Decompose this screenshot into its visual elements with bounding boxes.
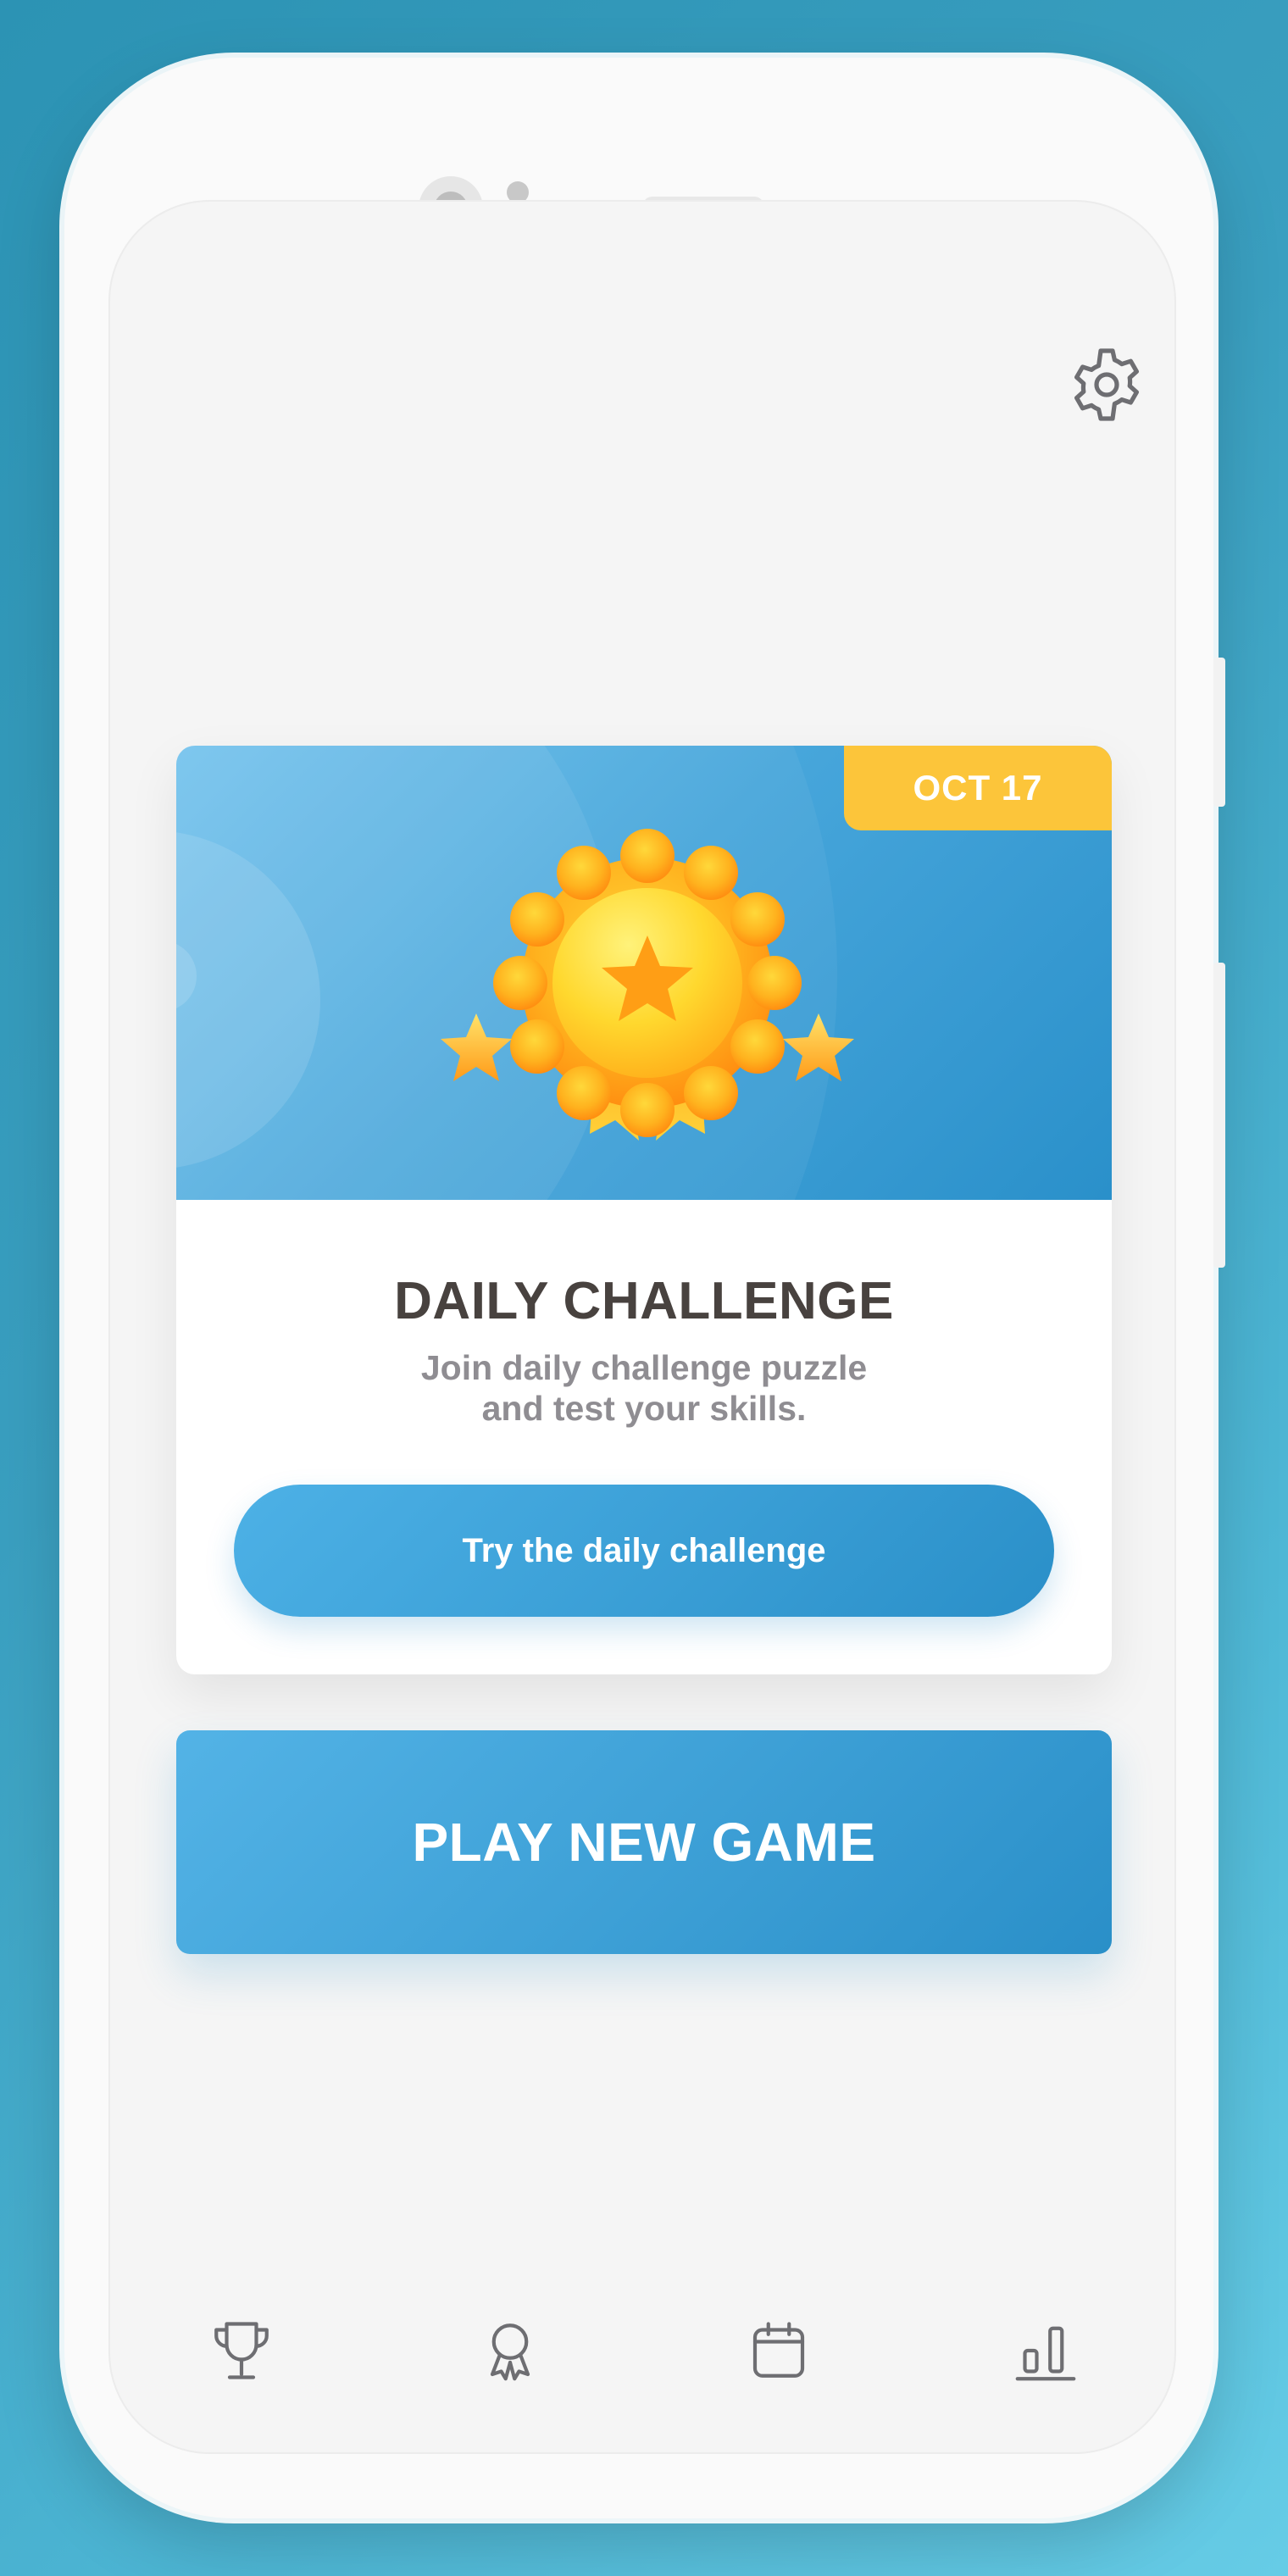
card-description: Join daily challenge puzzle and test you… bbox=[176, 1347, 1112, 1429]
medal-icon bbox=[441, 829, 854, 1141]
play-new-game-button[interactable]: PLAY NEW GAME bbox=[176, 1730, 1112, 1954]
daily-challenge-card: OCT 17 DAILY CHALLENGE Join daily challe… bbox=[176, 746, 1112, 1674]
bottom-nav bbox=[108, 2308, 1176, 2393]
app-screen: OCT 17 DAILY CHALLENGE Join daily challe… bbox=[108, 200, 1176, 2454]
gear-icon[interactable] bbox=[1066, 344, 1147, 425]
description-line: Join daily challenge puzzle bbox=[420, 1348, 868, 1387]
date-badge: OCT 17 bbox=[844, 746, 1112, 830]
award-icon[interactable] bbox=[468, 2308, 552, 2393]
description-line: and test your skills. bbox=[481, 1389, 807, 1428]
daily-challenge-banner: OCT 17 bbox=[176, 746, 1112, 1200]
try-daily-challenge-button[interactable]: Try the daily challenge bbox=[234, 1485, 1054, 1617]
trophy-icon[interactable] bbox=[199, 2308, 284, 2393]
card-title: DAILY CHALLENGE bbox=[394, 1272, 894, 1330]
stats-icon[interactable] bbox=[1003, 2308, 1088, 2393]
calendar-icon[interactable] bbox=[736, 2308, 821, 2393]
volume-button bbox=[1213, 963, 1225, 1268]
power-button bbox=[1213, 658, 1225, 807]
